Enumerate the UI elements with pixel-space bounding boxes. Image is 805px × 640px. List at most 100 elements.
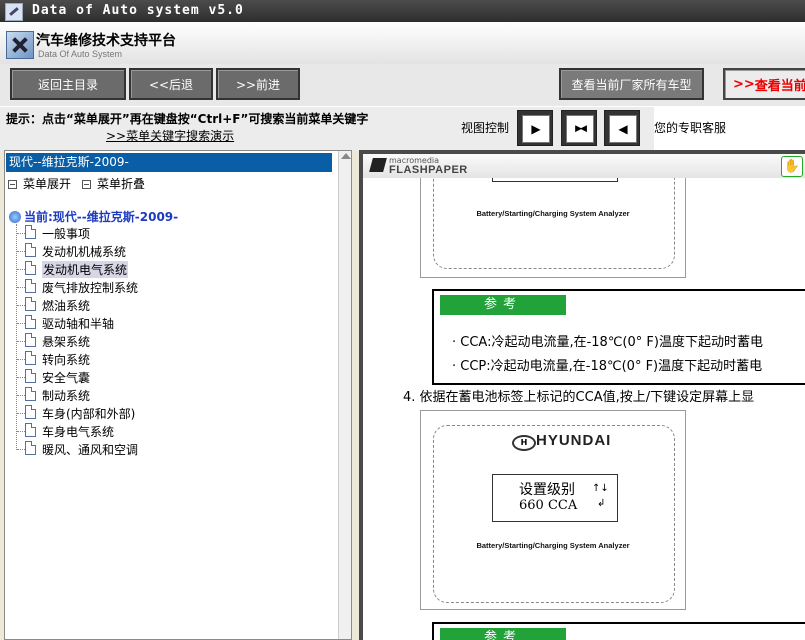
document-icon [25, 315, 36, 329]
selected-model-row[interactable]: 现代--维拉克斯-2009- [6, 153, 332, 172]
flashpaper-brand: FLASHPAPER [389, 164, 468, 176]
tree-item-label: 发动机机械系统 [42, 245, 127, 259]
document-icon [25, 387, 36, 401]
title-bar: Data of Auto system v5.0 [0, 0, 805, 22]
reference-note-2: 参考 [432, 622, 805, 640]
minus-box-icon [82, 180, 91, 189]
note-ccp: · CCP:冷起动电流量,在-18℃(0° F)温度下起动时蓄电 [452, 359, 763, 374]
document-icon [25, 351, 36, 365]
tree-item-label: 转向系统 [42, 353, 91, 367]
tree-branch-line [17, 395, 25, 396]
arrow-left-icon: ◀ [609, 115, 637, 143]
globe-icon [9, 211, 21, 223]
hint-bar: 提示：点击“菜单展开”再在键盘按“Ctrl+F”可搜索当前菜单关键字 >>菜单关… [0, 106, 805, 151]
tree-item-label: 暖风、通风和空调 [42, 443, 139, 457]
tree-branch-line [17, 431, 25, 432]
tree-branch-line [17, 305, 25, 306]
expand-menu-control[interactable]: 菜单展开 [8, 175, 71, 192]
tree-item-label: 废气排放控制系统 [42, 281, 139, 295]
back-to-main-button[interactable]: 返回主目录 [10, 68, 126, 100]
app-window-icon [5, 3, 23, 21]
tree-branch-line [17, 233, 25, 234]
view-split-button[interactable]: ▶◀ [561, 110, 597, 146]
flashpaper-logo-icon [369, 158, 387, 172]
wrench-logo-icon [6, 31, 34, 59]
tree-branch-line [17, 323, 25, 324]
analyzer-figure-2: H HYUNDAI 设置级别 660 CCA ↑↓ ↲ Battery/Star… [420, 410, 686, 610]
tree-branch-line [17, 413, 25, 414]
enter-icon: ↲ [597, 498, 606, 509]
view-expand-left-button[interactable]: ◀ [604, 110, 640, 146]
analyzer-screen [492, 178, 618, 182]
exclusive-service-text[interactable]: 您的专职客服 [654, 119, 726, 136]
hyundai-brand: HYUNDAI [536, 432, 612, 449]
app-subtitle: Data Of Auto System [38, 49, 123, 59]
tree-item-label: 发动机电气系统 [42, 261, 129, 278]
menu-tree-pane: 现代--维拉克斯-2009- 菜单展开 菜单折叠 当前:现代--维拉克斯-200… [4, 150, 352, 640]
tree-branch-line [17, 287, 25, 288]
main-toolbar: 返回主目录 <<后退 >>前进 查看当前厂家所有车型 >> 查看当前 [0, 64, 805, 106]
flashpaper-toolbar: macromedia FLASHPAPER ✋ [363, 154, 805, 179]
tree-branch-line [17, 449, 25, 450]
analyzer-device: H HYUNDAI 设置级别 660 CCA ↑↓ ↲ [433, 425, 675, 603]
figure-2-caption: Battery/Starting/Charging System Analyze… [476, 541, 630, 550]
analyzer-figure-1: Battery/Starting/Charging System Analyze… [420, 178, 686, 278]
scroll-up-icon[interactable] [341, 153, 351, 159]
document-icon [25, 369, 36, 383]
forward-button[interactable]: >>前进 [216, 68, 300, 100]
tree-connector [16, 224, 17, 450]
view-expand-right-button[interactable]: ▶ [517, 110, 553, 146]
minus-box-icon [8, 180, 17, 189]
double-chevron-right-icon: >> [733, 76, 755, 92]
back-button[interactable]: <<后退 [129, 68, 213, 100]
reference-note: 参考 · CCA:冷起动电流量,在-18℃(0° F)温度下起动时蓄电 · CC… [432, 289, 805, 385]
tree-item-label: 燃油系统 [42, 299, 91, 313]
tree-item-label: 制动系统 [42, 389, 91, 403]
left-scrollbar[interactable] [338, 151, 351, 639]
view-control-label: 视图控制 [461, 121, 510, 135]
note-2-title: 参考 [440, 628, 566, 640]
tree-branch-line [17, 377, 25, 378]
step-4-text: 4. 依据在蓄电池标签上标记的CCA值,按上/下键设定屏幕上显 [403, 390, 755, 405]
all-models-button[interactable]: 查看当前厂家所有车型 [559, 68, 704, 100]
tree-branch-line [17, 341, 25, 342]
note-title: 参考 [440, 295, 566, 315]
up-down-arrows-icon: ↑↓ [592, 483, 609, 494]
arrows-inward-icon: ▶◀ [566, 115, 594, 143]
tree-item-label: 车身(内部和外部) [42, 407, 136, 421]
document-icon [25, 333, 36, 347]
hand-tool-icon[interactable]: ✋ [781, 156, 803, 177]
figure-1-caption: Battery/Starting/Charging System Analyze… [476, 209, 630, 218]
analyzer-screen: 设置级别 660 CCA ↑↓ ↲ [492, 474, 618, 522]
tree-item-label: 车身电气系统 [42, 425, 115, 439]
document-page: Battery/Starting/Charging System Analyze… [363, 178, 805, 640]
tree-root[interactable]: 当前:现代--维拉克斯-2009- [9, 208, 178, 225]
note-cca: · CCA:冷起动电流量,在-18℃(0° F)温度下起动时蓄电 [452, 335, 763, 350]
tree-item-label: 驱动轴和半轴 [42, 317, 115, 331]
search-hint-text: 提示：点击“菜单展开”再在键盘按“Ctrl+F”可搜索当前菜单关键字 [6, 112, 369, 126]
search-demo-link[interactable]: >>菜单关键字搜索演示 [106, 127, 234, 144]
arrow-right-icon: ▶ [522, 115, 550, 143]
screen-line-1: 设置级别 [519, 482, 575, 498]
document-icon [25, 279, 36, 293]
document-icon [25, 297, 36, 311]
analyzer-device [433, 178, 675, 269]
view-current-button[interactable]: >> 查看当前 [723, 68, 805, 100]
tree-branch-line [17, 251, 25, 252]
document-icon [25, 441, 36, 455]
hyundai-logo-icon: H [512, 435, 536, 451]
tree-item-label: 安全气囊 [42, 371, 91, 385]
window-title: Data of Auto system v5.0 [32, 3, 244, 18]
screen-line-2: 660 CCA [519, 498, 578, 513]
tree-branch-line [17, 359, 25, 360]
document-icon [25, 261, 36, 275]
app-name: 汽车维修技术支持平台 [36, 33, 176, 49]
document-icon [25, 225, 36, 239]
tree-branch-line [17, 269, 25, 270]
document-icon [25, 405, 36, 419]
document-icon [25, 423, 36, 437]
collapse-menu-control[interactable]: 菜单折叠 [82, 175, 145, 192]
app-header: 汽车维修技术支持平台 Data Of Auto System [0, 22, 805, 65]
tree-item-label: 一般事项 [42, 227, 91, 241]
tree-item-label: 悬架系统 [42, 335, 91, 349]
